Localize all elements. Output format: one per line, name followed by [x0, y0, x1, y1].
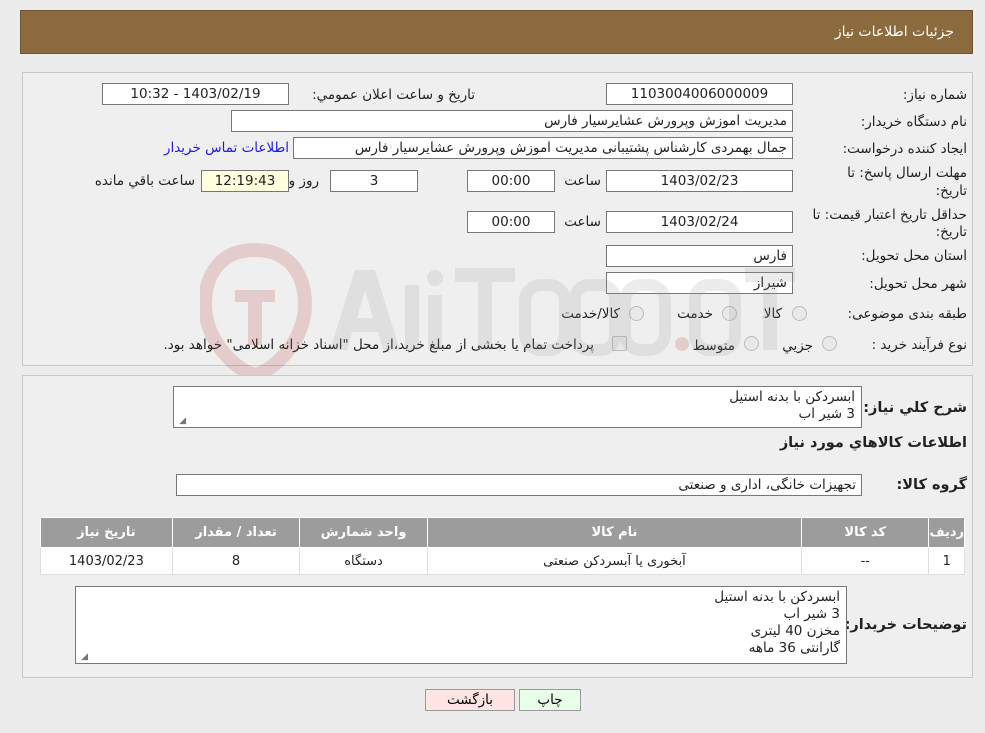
validity-date-field: 1403/02/24: [606, 211, 793, 233]
buyer-contact-link[interactable]: اطلاعات تماس خريدار: [164, 140, 289, 156]
cell-goods-code: --: [801, 547, 930, 575]
need-summary-line: 3 شیر اب: [798, 406, 855, 422]
process-radio-medium[interactable]: [744, 336, 759, 351]
days-label: روز و: [288, 173, 319, 189]
category-radio-goods[interactable]: [792, 306, 807, 321]
goods-info-heading: اطلاعات کالاهاي مورد نياز: [779, 435, 967, 451]
page-title: جزئیات اطلاعات نیاز: [834, 24, 954, 40]
remaining-days-field: 3: [330, 170, 418, 192]
back-button[interactable]: بازگشت: [425, 689, 515, 711]
cell-quantity: 8: [171, 547, 301, 575]
cell-row-number: 1: [928, 547, 965, 575]
col-need-date: تاريخ نياز: [40, 517, 173, 548]
table-row: 1 -- آبخوری یا آبسردکن صنعتی دستگاه 8 14…: [40, 547, 965, 575]
resize-grip-icon[interactable]: ◢: [176, 416, 186, 426]
creator-field: جمال بهمردی کارشناس پشتیبانی مدیریت اموز…: [293, 137, 793, 159]
page-header: جزئیات اطلاعات نیاز: [20, 10, 973, 54]
cell-goods-name: آبخوری یا آبسردکن صنعتی: [426, 547, 803, 575]
resize-grip-icon[interactable]: ◢: [78, 652, 88, 662]
buyer-org-field: مديريت اموزش وپرورش عشايرسيار فارس: [231, 110, 793, 132]
col-row-number: رديف: [928, 517, 965, 548]
buyer-notes-line: 3 شیر اب: [783, 606, 840, 622]
col-goods-code: کد کالا: [801, 517, 930, 548]
category-option-goods: کالا: [763, 306, 782, 322]
city-label: شهر محل تحويل:: [869, 276, 967, 292]
reply-time-field: 00:00: [467, 170, 555, 192]
province-field: فارس: [606, 245, 793, 267]
validity-time-field: 00:00: [467, 211, 555, 233]
reply-deadline-label: مهلت ارسال پاسخ: تا: [847, 165, 967, 181]
need-number-field: 1103004006000009: [606, 83, 793, 105]
cell-unit: دستگاه: [299, 547, 428, 575]
col-goods-name: نام کالا: [426, 517, 803, 548]
buyer-notes-line: گارانتی 36 ماهه: [748, 640, 840, 656]
print-button[interactable]: چاپ: [519, 689, 581, 711]
col-unit: واحد شمارش: [299, 517, 428, 548]
reply-deadline-label-2: تاريخ:: [935, 183, 967, 199]
price-validity-label: حداقل تاريخ اعتبار قيمت: تا: [812, 207, 967, 223]
process-radio-minor[interactable]: [822, 336, 837, 351]
announce-datetime-label: تاریخ و ساعت اعلان عمومي:: [312, 87, 475, 103]
category-radio-service[interactable]: [722, 306, 737, 321]
reply-time-label: ساعت: [564, 173, 601, 189]
validity-time-label: ساعت: [564, 214, 601, 230]
goods-table: رديف کد کالا نام کالا واحد شمارش تعداد /…: [40, 517, 965, 575]
buyer-notes-label: توضيحات خريدار:: [844, 617, 967, 633]
price-validity-label-2: تاريخ:: [935, 224, 967, 240]
buyer-notes-line: ابسردکن با بدنه استیل: [714, 589, 840, 605]
buyer-notes-textarea[interactable]: ابسردکن با بدنه استیل 3 شیر اب مخزن 40 ل…: [75, 586, 847, 664]
category-label: طبقه بندی موضوعی:: [847, 306, 967, 322]
col-quantity: تعداد / مقدار: [171, 517, 301, 548]
city-field: شيراز: [606, 272, 793, 294]
process-option-minor: جزيي: [782, 338, 813, 354]
process-type-label: نوع فرآيند خريد :: [871, 337, 967, 353]
remaining-time-label: ساعت باقي مانده: [94, 173, 195, 189]
goods-group-field: تجهيزات خانگی، اداری و صنعتی: [176, 474, 862, 496]
cell-need-date: 1403/02/23: [40, 547, 173, 575]
remaining-time-field: 12:19:43: [201, 170, 289, 192]
category-option-goods-service: کالا/خدمت: [561, 306, 620, 322]
goods-group-label: گروه کالا:: [896, 477, 967, 493]
category-option-service: خدمت: [677, 306, 713, 322]
buyer-org-label: نام دستگاه خريدار:: [860, 114, 967, 130]
reply-date-field: 1403/02/23: [606, 170, 793, 192]
province-label: استان محل تحويل:: [861, 248, 967, 264]
need-summary-textarea[interactable]: ابسردکن با بدنه استیل 3 شیر اب ◢: [173, 386, 862, 428]
announce-datetime-field: 1403/02/19 - 10:32: [102, 83, 289, 105]
process-option-medium: متوسط: [692, 338, 735, 354]
treasury-note: پرداخت تمام يا بخشی از مبلغ خريد،از محل …: [163, 337, 594, 353]
need-number-label: شماره نیاز:: [902, 87, 967, 103]
treasury-checkbox[interactable]: [612, 336, 627, 351]
need-summary-line: ابسردکن با بدنه استیل: [729, 389, 855, 405]
table-header-row: رديف کد کالا نام کالا واحد شمارش تعداد /…: [40, 517, 965, 548]
goods-table-wrapper: رديف کد کالا نام کالا واحد شمارش تعداد /…: [40, 517, 965, 575]
creator-label: ايجاد کننده درخواست:: [842, 141, 967, 157]
need-summary-label: شرح کلي نياز:: [863, 400, 967, 416]
buyer-notes-line: مخزن 40 لیتری: [750, 623, 840, 639]
category-radio-goods-service[interactable]: [629, 306, 644, 321]
